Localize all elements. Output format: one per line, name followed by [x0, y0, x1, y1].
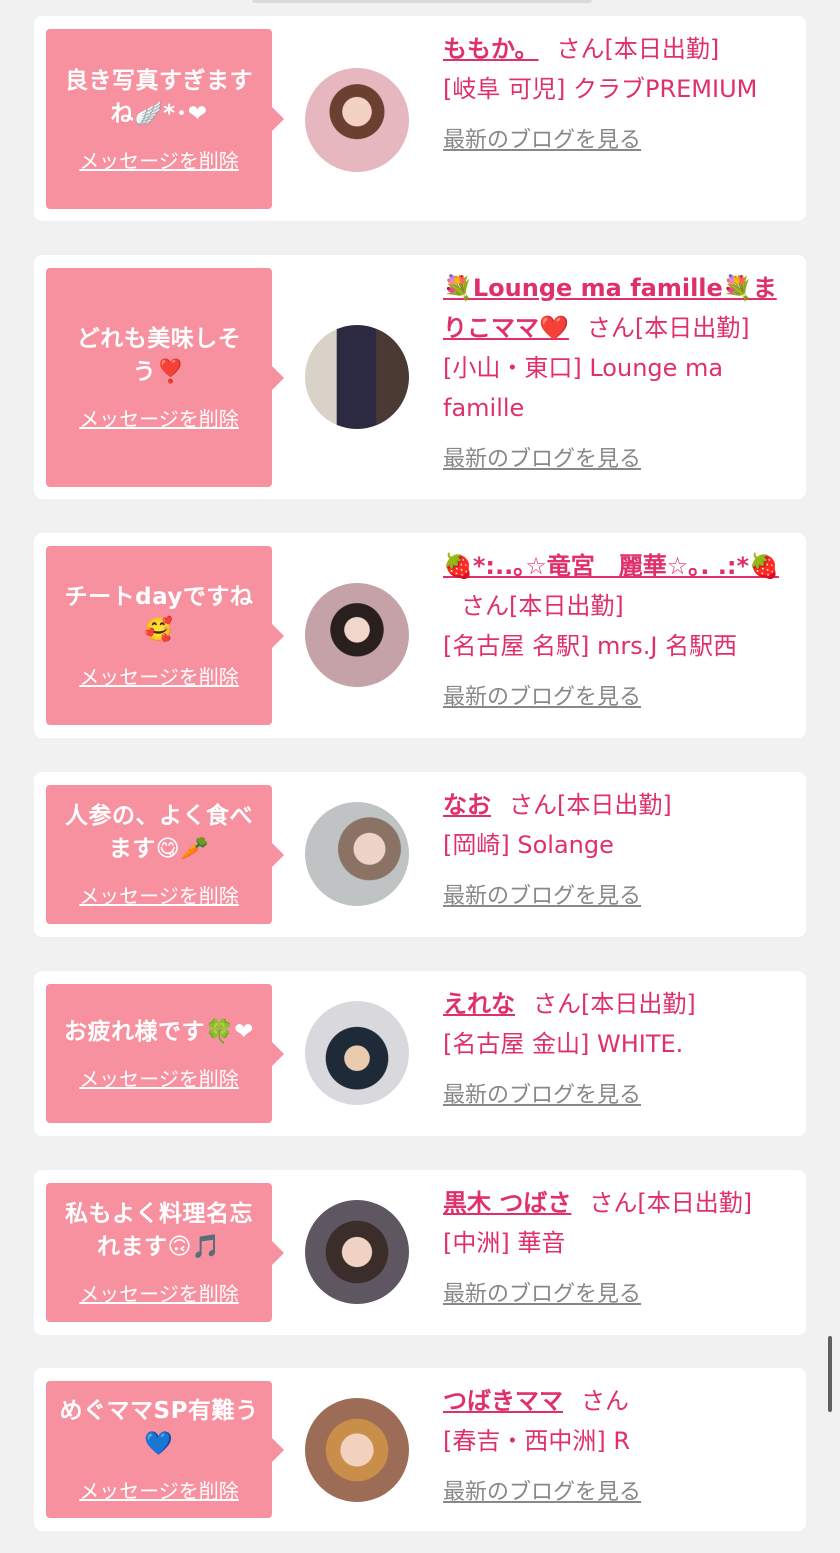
avatar[interactable] [305, 325, 409, 429]
latest-blog-link[interactable]: 最新のブログを見る [443, 678, 641, 718]
latest-blog-link[interactable]: 最新のブログを見る [443, 877, 641, 917]
work-status: [本日出勤] [637, 1189, 753, 1217]
top-handle [252, 0, 592, 3]
delete-message-link[interactable]: メッセージを削除 [79, 880, 239, 909]
shop-info: [春吉・西中洲] R [443, 1427, 631, 1455]
delete-message-link[interactable]: メッセージを削除 [79, 145, 239, 174]
avatar[interactable] [305, 1398, 409, 1502]
avatar[interactable] [305, 1200, 409, 1304]
message-text: めぐママSP有難う💙 [59, 1398, 259, 1457]
work-status: [本日出勤] [581, 990, 696, 1018]
message-text: 良き写真すぎますね🪽*･❤︎ [65, 67, 253, 127]
shop-info: [名古屋 金山] WHITE. [443, 1030, 684, 1058]
cast-info: 💐Lounge ma famille💐まりこママ❤️ さん[本日出勤] [小山・東… [443, 268, 793, 480]
latest-blog-link[interactable]: 最新のブログを見る [443, 121, 641, 161]
latest-blog-link[interactable]: 最新のブログを見る [443, 1076, 641, 1116]
message-card: 人参の、よく食べます😋🥕 メッセージを削除 なお さん[本日出勤] [岡崎] So… [34, 772, 806, 937]
shop-info: [小山・東口] Lounge ma famille [443, 354, 724, 422]
honorific: さん [556, 35, 605, 63]
latest-blog-link[interactable]: 最新のブログを見る [443, 1275, 641, 1315]
avatar[interactable] [305, 1001, 409, 1105]
message-bubble: 私もよく料理名忘れます🙃🎵 メッセージを削除 [46, 1183, 284, 1322]
honorific: さん [533, 990, 581, 1018]
work-status: [本日出勤] [509, 592, 624, 620]
message-bubble: チートdayですね🥰 メッセージを削除 [46, 546, 284, 725]
honorific: さん [581, 1387, 629, 1415]
cast-info: 黒木 つばさ さん[本日出勤] [中洲] 華音 最新のブログを見る [443, 1183, 793, 1315]
message-list-page: 良き写真すぎますね🪽*･❤︎ メッセージを削除 ももか。 さん[本日出勤] [岐阜… [0, 0, 840, 1553]
delete-message-link[interactable]: メッセージを削除 [79, 1475, 239, 1504]
message-text: チートdayですね🥰 [64, 584, 254, 643]
delete-message-link[interactable]: メッセージを削除 [79, 1063, 239, 1092]
cast-name-link[interactable]: つばきママ [443, 1387, 563, 1415]
message-card: どれも美味しそう❣️ メッセージを削除 💐Lounge ma famille💐ま… [34, 255, 806, 499]
cast-name-link[interactable]: なお [443, 791, 491, 819]
delete-message-link[interactable]: メッセージを削除 [79, 1278, 239, 1307]
work-status: [本日出勤] [557, 791, 672, 819]
shop-info: [名古屋 名駅] mrs.J 名駅西 [443, 632, 738, 660]
message-bubble: めぐママSP有難う💙 メッセージを削除 [46, 1381, 284, 1518]
cast-name-link[interactable]: えれな [443, 990, 515, 1018]
message-card: チートdayですね🥰 メッセージを削除 🍓*:..｡☆竜宮 麗華☆｡. .:*🍓… [34, 533, 806, 738]
message-card: お疲れ様です🍀❤ メッセージを削除 えれな さん[本日出勤] [名古屋 金山] W… [34, 971, 806, 1136]
honorific: さん [589, 1189, 638, 1217]
message-text: どれも美味しそう❣️ [76, 326, 242, 385]
honorific: さん [509, 791, 557, 819]
avatar[interactable] [305, 802, 409, 906]
message-text: 人参の、よく食べます😋🥕 [65, 803, 253, 862]
shop-info: [岐阜 可児] クラブPREMIUM [443, 75, 758, 103]
latest-blog-link[interactable]: 最新のブログを見る [443, 1473, 641, 1513]
avatar[interactable] [305, 583, 409, 687]
avatar[interactable] [305, 68, 409, 172]
message-card: めぐママSP有難う💙 メッセージを削除 つばきママ さん [春吉・西中洲] R 最… [34, 1368, 806, 1531]
honorific: さん [461, 592, 509, 620]
scrollbar[interactable] [828, 1336, 832, 1412]
message-bubble: どれも美味しそう❣️ メッセージを削除 [46, 268, 284, 487]
work-status: [本日出勤] [634, 314, 750, 342]
work-status: [本日出勤] [604, 35, 720, 63]
message-text: お疲れ様です🍀❤ [64, 1018, 254, 1045]
cast-info: 🍓*:..｡☆竜宮 麗華☆｡. .:*🍓 さん[本日出勤] [名古屋 名駅] mr… [443, 546, 793, 718]
message-text: 私もよく料理名忘れます🙃🎵 [65, 1201, 253, 1260]
message-card: 私もよく料理名忘れます🙃🎵 メッセージを削除 黒木 つばさ さん[本日出勤] [中… [34, 1170, 806, 1335]
cast-info: えれな さん[本日出勤] [名古屋 金山] WHITE. 最新のブログを見る [443, 984, 793, 1116]
cast-name-link[interactable]: 黒木 つばさ [443, 1189, 571, 1217]
cast-name-link[interactable]: 🍓*:..｡☆竜宮 麗華☆｡. .:*🍓 [443, 552, 779, 580]
latest-blog-link[interactable]: 最新のブログを見る [443, 440, 641, 480]
cast-info: なお さん[本日出勤] [岡崎] Solange 最新のブログを見る [443, 785, 793, 917]
message-card: 良き写真すぎますね🪽*･❤︎ メッセージを削除 ももか。 さん[本日出勤] [岐阜… [34, 16, 806, 221]
cast-info: ももか。 さん[本日出勤] [岐阜 可児] クラブPREMIUM 最新のブログを見… [443, 29, 793, 161]
cast-info: つばきママ さん [春吉・西中洲] R 最新のブログを見る [443, 1381, 793, 1513]
cast-name-link[interactable]: ももか。 [443, 35, 539, 63]
message-bubble: 人参の、よく食べます😋🥕 メッセージを削除 [46, 785, 284, 924]
honorific: さん [586, 314, 635, 342]
message-bubble: お疲れ様です🍀❤ メッセージを削除 [46, 984, 284, 1123]
shop-info: [中洲] 華音 [443, 1229, 566, 1257]
delete-message-link[interactable]: メッセージを削除 [79, 403, 239, 432]
delete-message-link[interactable]: メッセージを削除 [79, 661, 239, 690]
message-bubble: 良き写真すぎますね🪽*･❤︎ メッセージを削除 [46, 29, 284, 209]
shop-info: [岡崎] Solange [443, 831, 614, 859]
